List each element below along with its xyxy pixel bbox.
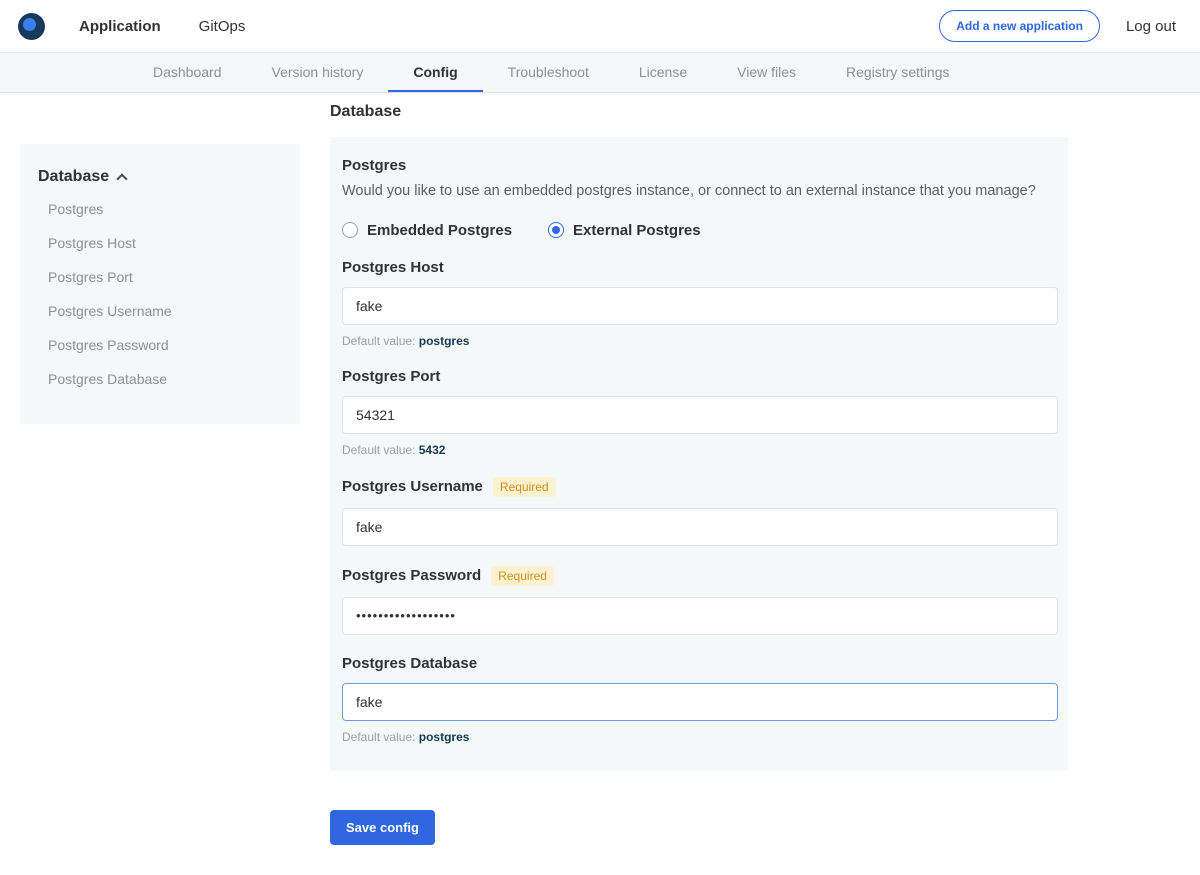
sidebar-item-postgres-database[interactable]: Postgres Database xyxy=(38,362,282,396)
sidebar-item-postgres-host[interactable]: Postgres Host xyxy=(38,226,282,260)
field-postgres-username: Postgres Username Required xyxy=(342,477,1056,546)
config-panel: Postgres Would you like to use an embedd… xyxy=(330,137,1068,770)
content: Database Postgres Postgres Host Postgres… xyxy=(0,93,1200,875)
default-value: postgres xyxy=(419,730,470,744)
postgres-username-input[interactable] xyxy=(342,508,1058,546)
radio-label: External Postgres xyxy=(573,222,701,239)
default-value: 5432 xyxy=(419,443,446,457)
app-nav: Dashboard Version history Config Trouble… xyxy=(0,52,1200,93)
field-postgres-password: Postgres Password Required xyxy=(342,566,1056,635)
field-label: Postgres Database xyxy=(342,655,477,672)
topbar-tabs: Application GitOps xyxy=(79,0,245,52)
nav-tab-view-files[interactable]: View files xyxy=(712,53,821,92)
nav-tab-license[interactable]: License xyxy=(614,53,712,92)
nav-tab-config[interactable]: Config xyxy=(388,53,482,92)
required-badge: Required xyxy=(491,566,554,586)
postgres-port-input[interactable] xyxy=(342,396,1058,434)
nav-tab-dashboard[interactable]: Dashboard xyxy=(128,53,247,92)
save-config-button[interactable]: Save config xyxy=(330,810,435,845)
sidebar-item-postgres-port[interactable]: Postgres Port xyxy=(38,260,282,294)
sidebar-items: Postgres Postgres Host Postgres Port Pos… xyxy=(38,192,282,396)
field-postgres-host: Postgres Host Default value: postgres xyxy=(342,259,1056,348)
default-value-helper: Default value: postgres xyxy=(342,334,1056,348)
default-label: Default value: xyxy=(342,334,415,348)
topbar: Application GitOps Add a new application… xyxy=(0,0,1200,52)
sidebar-item-postgres-password[interactable]: Postgres Password xyxy=(38,328,282,362)
field-label: Postgres Username xyxy=(342,478,483,495)
default-value-helper: Default value: postgres xyxy=(342,730,1056,744)
postgres-database-input[interactable] xyxy=(342,683,1058,721)
postgres-radio-group: Embedded Postgres External Postgres xyxy=(342,222,1056,239)
default-value-helper: Default value: 5432 xyxy=(342,443,1056,457)
sidebar-group-database[interactable]: Database xyxy=(38,168,282,186)
radio-unselected-icon xyxy=(342,222,358,238)
default-label: Default value: xyxy=(342,730,415,744)
radio-external-postgres[interactable]: External Postgres xyxy=(548,222,701,239)
default-label: Default value: xyxy=(342,443,415,457)
nav-tab-registry-settings[interactable]: Registry settings xyxy=(821,53,974,92)
topbar-right: Add a new application Log out xyxy=(939,10,1176,42)
topbar-tab-application[interactable]: Application xyxy=(79,0,161,52)
field-postgres-database: Postgres Database Default value: postgre… xyxy=(342,655,1056,744)
app-logo-icon[interactable] xyxy=(18,13,45,40)
logout-link[interactable]: Log out xyxy=(1126,18,1176,35)
config-main: Database Postgres Would you like to use … xyxy=(330,144,1068,875)
field-label: Postgres Password xyxy=(342,567,481,584)
config-sidebar: Database Postgres Postgres Host Postgres… xyxy=(20,144,300,424)
default-value: postgres xyxy=(419,334,470,348)
field-label: Postgres Host xyxy=(342,259,444,276)
nav-tab-troubleshoot[interactable]: Troubleshoot xyxy=(483,53,614,92)
postgres-password-input[interactable] xyxy=(342,597,1058,635)
chevron-up-icon xyxy=(116,173,127,184)
radio-selected-icon xyxy=(548,222,564,238)
add-application-button[interactable]: Add a new application xyxy=(939,10,1100,42)
radio-embedded-postgres[interactable]: Embedded Postgres xyxy=(342,222,512,239)
section-title: Database xyxy=(330,103,1068,121)
sidebar-group-label: Database xyxy=(38,168,109,186)
postgres-host-input[interactable] xyxy=(342,287,1058,325)
nav-tab-version-history[interactable]: Version history xyxy=(247,53,389,92)
sidebar-item-postgres-username[interactable]: Postgres Username xyxy=(38,294,282,328)
required-badge: Required xyxy=(493,477,556,497)
topbar-tab-gitops[interactable]: GitOps xyxy=(199,0,246,52)
group-label-postgres: Postgres xyxy=(342,157,1056,174)
field-label: Postgres Port xyxy=(342,368,440,385)
field-postgres-port: Postgres Port Default value: 5432 xyxy=(342,368,1056,457)
sidebar-item-postgres[interactable]: Postgres xyxy=(38,192,282,226)
radio-label: Embedded Postgres xyxy=(367,222,512,239)
group-help-text: Would you like to use an embedded postgr… xyxy=(342,182,1056,202)
